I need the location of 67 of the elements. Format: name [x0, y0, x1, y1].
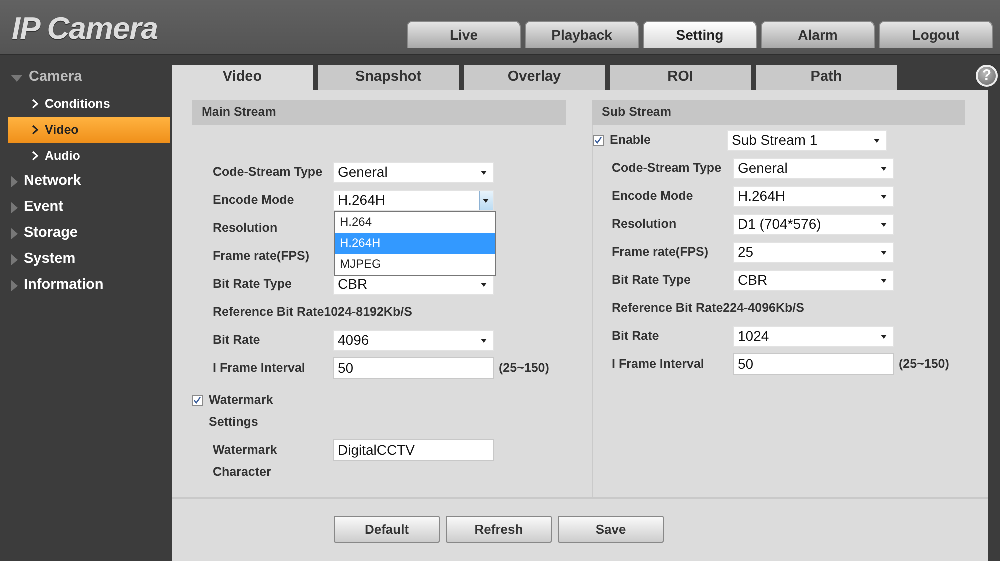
dropdown[interactable]: CBR [733, 270, 894, 290]
input-field[interactable]: DigitalCCTV [333, 439, 494, 461]
dropdown-option[interactable]: MJPEG [335, 254, 495, 274]
checkbox-label: Watermark Settings [209, 392, 274, 431]
tab[interactable]: ROI [610, 65, 751, 90]
sidebar-item[interactable]: Storage [24, 223, 78, 245]
sidebar-item[interactable]: Camera [29, 67, 82, 89]
field-label: Bit Rate Type [213, 276, 293, 293]
dropdown[interactable]: 4096 [333, 330, 494, 350]
nav-tab[interactable]: Alarm [761, 21, 875, 48]
field-label: Frame rate(FPS) [213, 248, 311, 265]
tab[interactable]: Overlay [464, 65, 605, 90]
action-button[interactable]: Default [334, 516, 440, 543]
tab[interactable]: Path [756, 65, 897, 90]
sidebar-subitem[interactable]: Conditions [8, 91, 170, 117]
field-label: Reference Bit Rate [612, 300, 724, 317]
reference-value: 224-4096Kb/S [723, 300, 804, 317]
dropdown[interactable]: D1 (704*576) [733, 214, 894, 234]
nav-tab[interactable]: Setting [643, 21, 757, 48]
chevron-icon [32, 99, 39, 109]
field-label: Resolution [612, 216, 678, 233]
field-label: I Frame Interval [213, 360, 306, 377]
action-button[interactable]: Refresh [446, 516, 552, 543]
field-label: Bit Rate [612, 328, 660, 345]
sidebar-subitem[interactable]: Audio [8, 143, 170, 169]
sidebar-item[interactable]: Event [24, 197, 64, 219]
dropdown[interactable]: H.264H [733, 186, 894, 206]
field-label: Resolution [213, 220, 279, 237]
tab[interactable]: Video [172, 65, 313, 90]
range-hint: (25~150) [499, 360, 550, 377]
chevron-icon [32, 151, 39, 161]
reference-value: 1024-8192Kb/S [324, 304, 412, 321]
field-label: I Frame Interval [612, 356, 706, 373]
field-label: Bit Rate Type [612, 272, 692, 289]
sidebar-item[interactable]: Information [24, 275, 104, 297]
sidebar-subitem[interactable]: Video [8, 117, 170, 143]
field-label: Code-Stream Type [612, 160, 723, 177]
input-field[interactable]: 50 [733, 353, 894, 375]
field-label: Frame rate(FPS) [612, 244, 710, 261]
dropdown[interactable]: 25 [733, 242, 894, 262]
nav-tab[interactable]: Playback [525, 21, 639, 48]
dropdown[interactable]: Sub Stream 1 [727, 130, 887, 150]
field-label: Encode Mode [612, 188, 694, 205]
tab[interactable]: Snapshot [318, 65, 459, 90]
checkbox[interactable] [192, 395, 203, 406]
input-field[interactable]: 50 [333, 357, 494, 379]
chevron-icon [32, 125, 39, 135]
logo-text: IP Camera [12, 10, 158, 48]
field-label: Reference Bit Rate [213, 304, 324, 321]
checkbox-label: Enable [610, 132, 652, 149]
dropdown[interactable]: General [333, 162, 494, 182]
range-hint: (25~150) [899, 356, 950, 373]
checkbox[interactable] [593, 134, 604, 146]
field-label: Bit Rate [213, 332, 262, 349]
field-label: Encode Mode [213, 192, 296, 209]
nav-tab[interactable]: Live [407, 21, 521, 48]
section-header: Main Stream [192, 100, 566, 125]
sidebar-item[interactable]: System [24, 249, 76, 271]
action-button[interactable]: Save [558, 516, 664, 543]
field-label: Code-Stream Type [213, 164, 324, 181]
dropdown[interactable]: 1024 [733, 326, 894, 346]
dropdown[interactable]: General [733, 158, 894, 178]
section-header: Sub Stream [592, 100, 965, 125]
sidebar-item[interactable]: Network [24, 171, 82, 193]
field-label: Watermark Character [213, 442, 278, 481]
dropdown-option[interactable]: H.264 [335, 212, 495, 232]
nav-tab[interactable]: Logout [879, 21, 993, 48]
